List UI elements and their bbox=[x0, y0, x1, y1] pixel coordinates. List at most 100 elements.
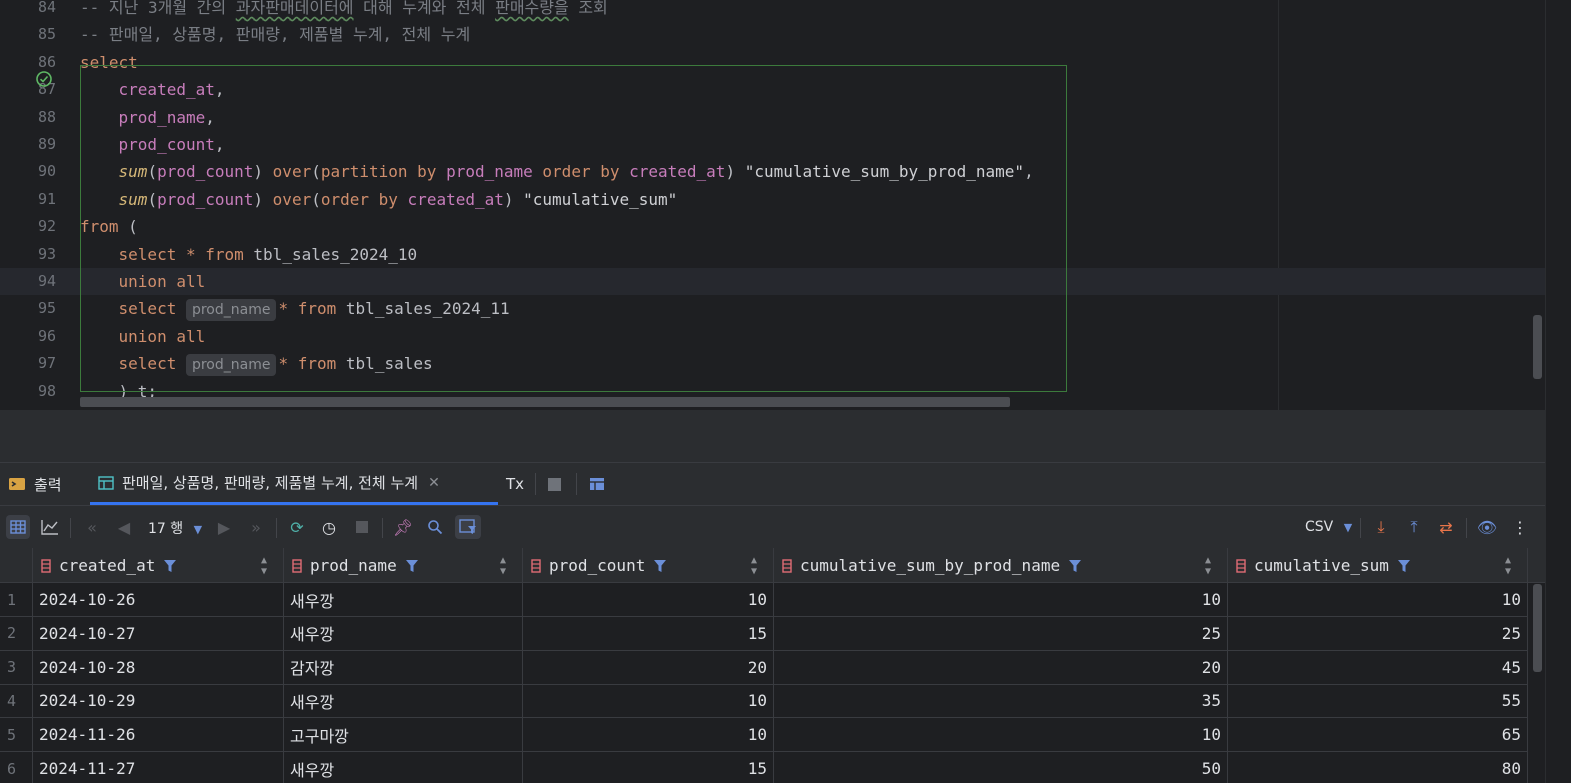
table-cell[interactable]: 45 bbox=[1228, 650, 1528, 684]
row-number[interactable]: 5 bbox=[0, 718, 33, 752]
export-format-select[interactable]: CSV ▼ bbox=[1305, 519, 1352, 535]
row-number[interactable]: 3 bbox=[0, 650, 33, 684]
cancel-query-button[interactable] bbox=[350, 515, 374, 539]
line-number[interactable]: 90 bbox=[0, 158, 56, 185]
search-button[interactable] bbox=[423, 515, 447, 539]
line-number[interactable]: 92 bbox=[0, 213, 56, 240]
table-cell[interactable]: 25 bbox=[1228, 616, 1528, 650]
check-circle-icon[interactable] bbox=[35, 70, 53, 88]
line-number[interactable]: 94 bbox=[0, 268, 56, 295]
more-options-button[interactable]: ⋮ bbox=[1508, 515, 1532, 539]
table-cell[interactable]: 10 bbox=[523, 684, 774, 718]
layout-button[interactable] bbox=[589, 463, 605, 505]
filter-icon[interactable] bbox=[163, 559, 177, 573]
grid-vertical-scrollbar[interactable] bbox=[1533, 584, 1542, 672]
table-cell[interactable]: 80 bbox=[1228, 752, 1528, 783]
chart-view-button[interactable] bbox=[38, 515, 62, 539]
import-button[interactable]: ⤒ bbox=[1402, 515, 1426, 539]
table-cell[interactable]: 10 bbox=[523, 583, 774, 616]
table-cell[interactable]: 새우깡 bbox=[284, 752, 523, 783]
table-cell[interactable]: 새우깡 bbox=[284, 616, 523, 650]
editor-vertical-scrollbar[interactable] bbox=[1533, 315, 1542, 379]
table-cell[interactable]: 2024-10-28 bbox=[33, 650, 284, 684]
table-cell[interactable]: 25 bbox=[774, 616, 1228, 650]
code-text[interactable]: -- 지난 3개월 간의 과자판매데이터에 대해 누계와 전체 판매수량을 조회 bbox=[80, 0, 608, 21]
line-number[interactable]: 91 bbox=[0, 186, 56, 213]
row-number[interactable]: 6 bbox=[0, 752, 33, 783]
sort-icon[interactable]: ▲ ▼ bbox=[1505, 555, 1511, 577]
filter-icon[interactable] bbox=[1068, 559, 1082, 573]
table-cell[interactable]: 10 bbox=[523, 718, 774, 752]
line-number[interactable]: 93 bbox=[0, 241, 56, 268]
view-button[interactable]: 👁︎ bbox=[1475, 515, 1499, 539]
table-cell[interactable]: 새우깡 bbox=[284, 684, 523, 718]
table-cell[interactable]: 15 bbox=[523, 752, 774, 783]
code-line[interactable]: 87 created_at, bbox=[0, 76, 1545, 103]
code-line[interactable]: 85 -- 판매일, 상품명, 판매량, 제품별 누계, 전체 누계 bbox=[0, 21, 1545, 48]
table-cell[interactable]: 10 bbox=[774, 718, 1228, 752]
line-number[interactable]: 85 bbox=[0, 21, 56, 48]
code-text[interactable]: -- 판매일, 상품명, 판매량, 제품별 누계, 전체 누계 bbox=[80, 21, 470, 48]
code-text[interactable]: union all bbox=[80, 323, 206, 350]
code-line[interactable]: 88 prod_name, bbox=[0, 104, 1545, 131]
table-cell[interactable]: 감자깡 bbox=[284, 650, 523, 684]
close-icon[interactable]: ✕ bbox=[428, 475, 440, 491]
table-cell[interactable]: 2024-10-26 bbox=[33, 583, 284, 616]
code-text[interactable]: union all bbox=[80, 268, 206, 295]
sql-editor[interactable]: 84 -- 지난 3개월 간의 과자판매데이터에 대해 누계와 전체 판매수량을 … bbox=[0, 0, 1545, 410]
table-row[interactable]: 4 2024-10-29 새우깡 10 35 55 bbox=[0, 684, 1528, 719]
code-line[interactable]: 86 select bbox=[0, 49, 1545, 76]
code-line[interactable]: 96 union all bbox=[0, 323, 1545, 350]
line-number[interactable]: 96 bbox=[0, 323, 56, 350]
tab-result[interactable]: 판매일, 상품명, 판매량, 제품별 누계, 전체 누계 ✕ bbox=[90, 463, 498, 505]
previous-page-button[interactable]: ◀ bbox=[112, 515, 136, 539]
table-row[interactable]: 6 2024-11-27 새우깡 15 50 80 bbox=[0, 752, 1528, 783]
table-row[interactable]: 5 2024-11-26 고구마깡 10 10 65 bbox=[0, 718, 1528, 753]
table-cell[interactable]: 2024-10-27 bbox=[33, 616, 284, 650]
last-page-button[interactable]: » bbox=[244, 515, 268, 539]
code-text[interactable]: sum(prod_count) over(order by created_at… bbox=[80, 186, 678, 213]
sort-icon[interactable]: ▲ ▼ bbox=[261, 555, 267, 577]
column-header[interactable]: cumulative_sum ▲ ▼ bbox=[1228, 548, 1528, 583]
code-text[interactable]: select * from tbl_sales_2024_10 bbox=[80, 241, 418, 268]
grid-corner[interactable] bbox=[0, 548, 33, 583]
code-line[interactable]: 92 from ( bbox=[0, 213, 1545, 240]
table-cell[interactable]: 55 bbox=[1228, 684, 1528, 718]
export-button[interactable]: ⤓ bbox=[1369, 515, 1393, 539]
table-cell[interactable]: 20 bbox=[523, 650, 774, 684]
line-number[interactable]: 88 bbox=[0, 104, 56, 131]
stop-button[interactable] bbox=[548, 463, 561, 505]
column-header[interactable]: prod_count ▲ ▼ bbox=[523, 548, 774, 583]
column-header[interactable]: cumulative_sum_by_prod_name ▲ ▼ bbox=[774, 548, 1228, 583]
first-page-button[interactable]: « bbox=[80, 515, 104, 539]
code-text[interactable]: select prod_name * from tbl_sales_2024_11 bbox=[80, 295, 510, 322]
line-number[interactable]: 95 bbox=[0, 295, 56, 322]
line-number[interactable]: 84 bbox=[0, 0, 56, 21]
history-button[interactable]: ◷ bbox=[317, 515, 341, 539]
table-row[interactable]: 1 2024-10-26 새우깡 10 10 10 bbox=[0, 583, 1528, 617]
filter-icon[interactable] bbox=[653, 559, 667, 573]
row-number[interactable]: 2 bbox=[0, 616, 33, 650]
table-cell[interactable]: 고구마깡 bbox=[284, 718, 523, 752]
editor-horizontal-scrollbar[interactable] bbox=[80, 397, 1010, 407]
table-cell[interactable]: 2024-11-27 bbox=[33, 752, 284, 783]
table-cell[interactable]: 10 bbox=[1228, 583, 1528, 616]
tab-output[interactable]: 출력 bbox=[8, 463, 62, 505]
code-line[interactable]: 84 -- 지난 3개월 간의 과자판매데이터에 대해 누계와 전체 판매수량을 … bbox=[0, 0, 1545, 21]
sort-icon[interactable]: ▲ ▼ bbox=[751, 555, 757, 577]
table-row[interactable]: 3 2024-10-28 감자깡 20 20 45 bbox=[0, 650, 1528, 685]
table-cell[interactable]: 35 bbox=[774, 684, 1228, 718]
results-grid[interactable]: created_at ▲ ▼ prod_name ▲ ▼ prod_count ▲ ▼ cumul… bbox=[0, 548, 1545, 783]
code-text[interactable]: select bbox=[80, 49, 138, 76]
code-text[interactable]: from ( bbox=[80, 213, 138, 240]
table-cell[interactable]: 50 bbox=[774, 752, 1228, 783]
code-text[interactable]: select prod_name * from tbl_sales bbox=[80, 350, 433, 377]
table-cell[interactable]: 10 bbox=[774, 583, 1228, 616]
line-number[interactable]: 89 bbox=[0, 131, 56, 158]
table-cell[interactable]: 65 bbox=[1228, 718, 1528, 752]
tab-transaction[interactable]: Tx bbox=[506, 463, 524, 505]
line-number[interactable]: 97 bbox=[0, 350, 56, 377]
sort-icon[interactable]: ▲ ▼ bbox=[500, 555, 506, 577]
code-text[interactable]: sum(prod_count) over(partition by prod_n… bbox=[80, 158, 1034, 185]
column-header[interactable]: created_at ▲ ▼ bbox=[33, 548, 284, 583]
